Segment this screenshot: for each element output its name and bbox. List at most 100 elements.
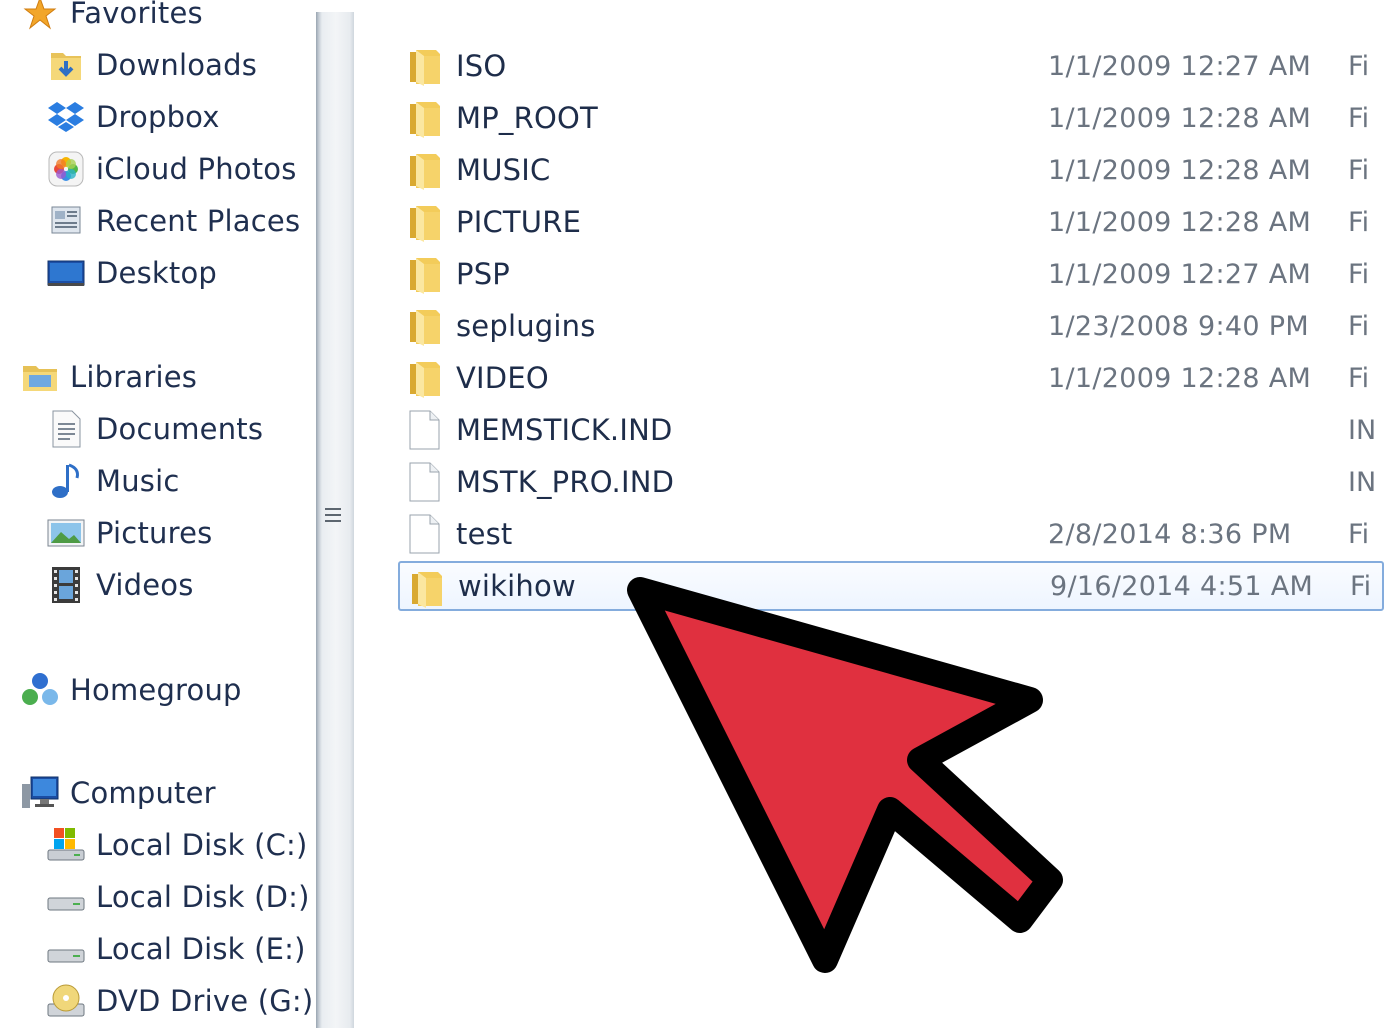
folder-icon	[408, 568, 448, 608]
nav-item-documents[interactable]: Documents	[46, 406, 263, 452]
file-date-modified: 1/23/2008 9:40 PM	[1048, 310, 1309, 342]
file-type: IN	[1348, 414, 1377, 446]
file-type: Fi	[1348, 310, 1370, 342]
file-row-memstick-ind[interactable]: MEMSTICK.IND IN	[398, 405, 1384, 455]
file-name: PICTURE	[456, 205, 582, 239]
nav-item-label: Recent Places	[96, 204, 301, 238]
file-name: MSTK_PRO.IND	[456, 465, 675, 499]
file-date-modified: 1/1/2009 12:27 AM	[1048, 258, 1312, 290]
music-icon	[46, 461, 86, 501]
nav-item-local-disk-d[interactable]: Local Disk (D:)	[46, 874, 310, 920]
file-row-seplugins[interactable]: seplugins 1/23/2008 9:40 PM Fi	[398, 301, 1384, 351]
nav-favorites[interactable]: Favorites	[20, 0, 203, 36]
file-row-picture[interactable]: PICTURE 1/1/2009 12:28 AM Fi	[398, 197, 1384, 247]
navigation-pane: Favorites Downloads Dropbox iCloud Photo…	[0, 0, 318, 1028]
nav-computer-label: Computer	[70, 776, 216, 810]
nav-homegroup[interactable]: Homegroup	[20, 667, 242, 713]
homegroup-icon	[20, 670, 60, 710]
folder-icon	[406, 150, 446, 190]
nav-item-dropbox[interactable]: Dropbox	[46, 94, 220, 140]
file-name: seplugins	[456, 309, 596, 343]
file-date-modified: 2/8/2014 8:36 PM	[1048, 518, 1292, 550]
nav-item-videos[interactable]: Videos	[46, 562, 194, 608]
computer-icon	[20, 773, 60, 813]
file-name: wikihow	[458, 569, 576, 603]
file-date-modified: 1/1/2009 12:28 AM	[1048, 102, 1312, 134]
file-type: Fi	[1348, 258, 1370, 290]
file-type: Fi	[1348, 518, 1370, 550]
file-icon	[406, 462, 446, 502]
nav-favorites-label: Favorites	[70, 0, 203, 30]
file-date-modified: 1/1/2009 12:28 AM	[1048, 154, 1312, 186]
file-type: Fi	[1348, 154, 1370, 186]
file-type: Fi	[1348, 50, 1370, 82]
nav-item-label: Desktop	[96, 256, 217, 290]
file-type: Fi	[1348, 362, 1370, 394]
file-date-modified: 1/1/2009 12:27 AM	[1048, 50, 1312, 82]
documents-icon	[46, 409, 86, 449]
folder-icon	[406, 46, 446, 86]
file-icon	[406, 514, 446, 554]
file-type: Fi	[1350, 570, 1372, 602]
recent-places-icon	[46, 201, 86, 241]
nav-item-icloud-photos[interactable]: iCloud Photos	[46, 146, 297, 192]
nav-item-label: DVD Drive (G:) O	[96, 984, 318, 1018]
folder-icon	[406, 306, 446, 346]
folder-icon	[406, 202, 446, 242]
file-row-psp[interactable]: PSP 1/1/2009 12:27 AM Fi	[398, 249, 1384, 299]
favorites-star-icon	[20, 0, 60, 33]
file-row-video[interactable]: VIDEO 1/1/2009 12:28 AM Fi	[398, 353, 1384, 403]
file-row-iso[interactable]: ISO 1/1/2009 12:27 AM Fi	[398, 41, 1384, 91]
videos-icon	[46, 565, 86, 605]
disk-drive-icon	[46, 877, 86, 917]
nav-libraries-label: Libraries	[70, 360, 198, 394]
nav-item-downloads[interactable]: Downloads	[46, 42, 257, 88]
file-name: VIDEO	[456, 361, 549, 395]
desktop-icon	[46, 253, 86, 293]
nav-item-label: Downloads	[96, 48, 258, 82]
dropbox-icon	[46, 97, 86, 137]
system-disk-icon	[46, 825, 86, 865]
nav-libraries[interactable]: Libraries	[20, 354, 197, 400]
nav-item-label: Pictures	[96, 516, 213, 550]
dvd-drive-icon	[46, 981, 86, 1021]
nav-item-label: iCloud Photos	[96, 152, 297, 186]
file-date-modified: 1/1/2009 12:28 AM	[1048, 362, 1312, 394]
file-type: Fi	[1348, 102, 1370, 134]
downloads-folder-icon	[46, 45, 86, 85]
icloud-photos-icon	[46, 149, 86, 189]
disk-drive-icon	[46, 929, 86, 969]
file-row-mp-root[interactable]: MP_ROOT 1/1/2009 12:28 AM Fi	[398, 93, 1384, 143]
nav-item-pictures[interactable]: Pictures	[46, 510, 212, 556]
file-row-mstk-pro-ind[interactable]: MSTK_PRO.IND IN	[398, 457, 1384, 507]
file-name: PSP	[456, 257, 510, 291]
red-pointer-arrow-icon	[627, 577, 1063, 973]
nav-item-dvd-drive-g[interactable]: DVD Drive (G:) O	[46, 978, 318, 1024]
file-name: MP_ROOT	[456, 101, 598, 135]
nav-item-label: Local Disk (D:)	[96, 880, 310, 914]
file-name: MUSIC	[456, 153, 551, 187]
file-name: ISO	[456, 49, 507, 83]
nav-item-music[interactable]: Music	[46, 458, 180, 504]
file-type: Fi	[1348, 206, 1370, 238]
pictures-icon	[46, 513, 86, 553]
nav-item-label: Local Disk (C:)	[96, 828, 308, 862]
nav-item-label: Videos	[96, 568, 194, 602]
nav-item-label: Local Disk (E:)	[96, 932, 306, 966]
nav-item-desktop[interactable]: Desktop	[46, 250, 217, 296]
file-date-modified: 1/1/2009 12:28 AM	[1048, 206, 1312, 238]
nav-item-local-disk-c[interactable]: Local Disk (C:)	[46, 822, 308, 868]
libraries-icon	[20, 357, 60, 397]
nav-item-label: Dropbox	[96, 100, 220, 134]
file-icon	[406, 410, 446, 450]
nav-item-recent-places[interactable]: Recent Places	[46, 198, 300, 244]
nav-homegroup-label: Homegroup	[70, 673, 242, 707]
nav-item-local-disk-e[interactable]: Local Disk (E:)	[46, 926, 306, 972]
nav-computer[interactable]: Computer	[20, 770, 216, 816]
file-name: MEMSTICK.IND	[456, 413, 673, 447]
file-name: test	[456, 517, 513, 551]
file-row-test[interactable]: test 2/8/2014 8:36 PM Fi	[398, 509, 1384, 559]
splitter-grip-icon[interactable]	[325, 508, 341, 530]
folder-icon	[406, 254, 446, 294]
file-row-music[interactable]: MUSIC 1/1/2009 12:28 AM Fi	[398, 145, 1384, 195]
